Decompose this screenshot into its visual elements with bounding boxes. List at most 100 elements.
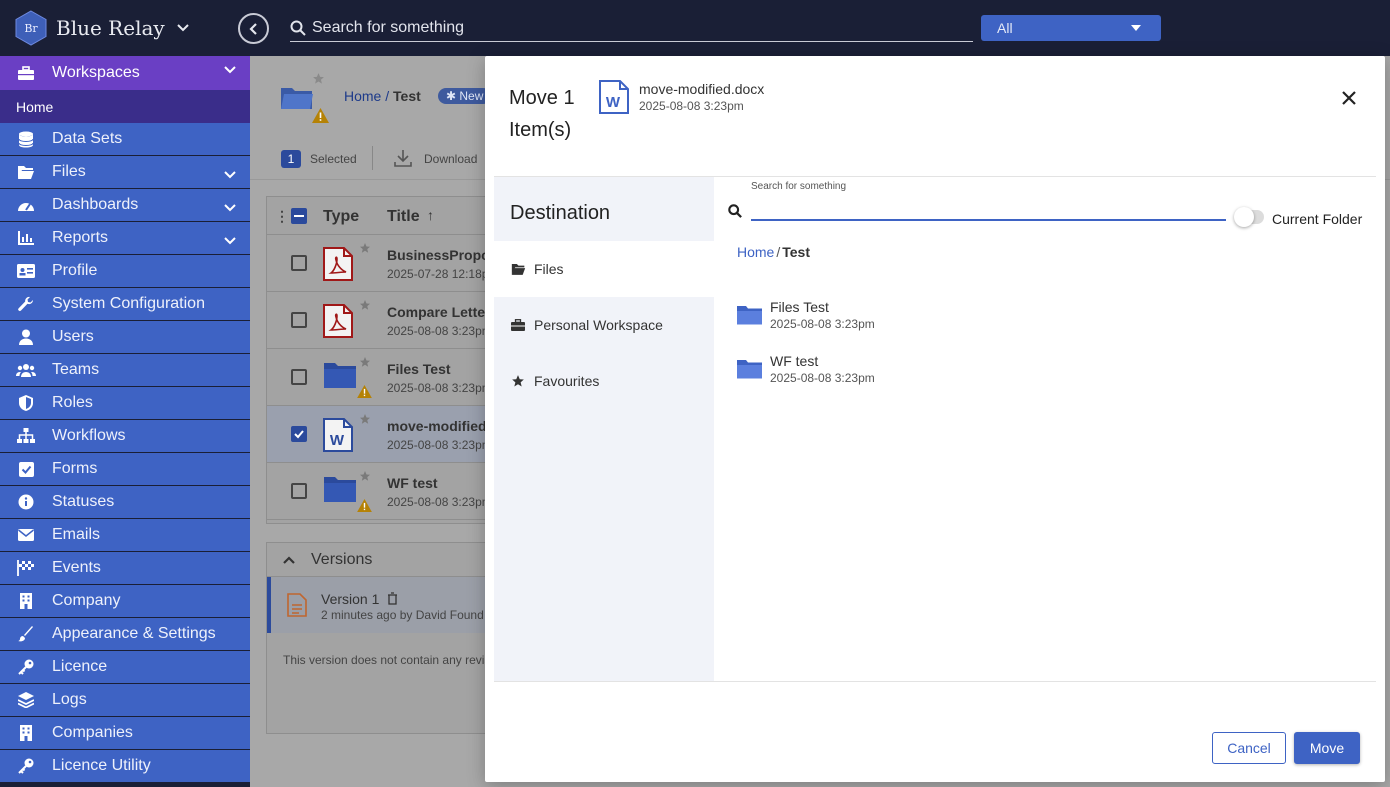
folder-search-input[interactable] [751,197,1226,221]
row-checkbox[interactable] [291,312,307,328]
sidebar-item-data-sets[interactable]: Data Sets [0,123,250,155]
folder-date: 2025-08-08 3:23pm [770,317,875,331]
folder-item[interactable]: WF test 2025-08-08 3:23pm [737,353,1037,393]
move-dialog: Move 1 Item(s) W move-modified.docx 2025… [485,56,1385,782]
row-checkbox[interactable] [291,483,307,499]
column-menu-icon[interactable]: ⋮ [275,208,289,225]
layers-icon [16,692,36,708]
back-button[interactable] [238,13,269,44]
move-button[interactable]: Move [1294,732,1360,764]
sidebar-item-companies[interactable]: Companies [0,717,250,749]
table-row[interactable]: Wmove-modified. 2025-08-08 3:23pn [267,406,505,463]
sidebar-item-workflows[interactable]: Workflows [0,420,250,452]
sidebar-item-users[interactable]: Users [0,321,250,353]
warning-icon [357,499,372,517]
current-folder-toggle[interactable] [1234,207,1264,227]
shield-icon [16,395,36,411]
sidebar-item-logs[interactable]: Logs [0,684,250,716]
svg-text:W: W [330,432,345,449]
logo-icon: Br [15,10,47,46]
sidebar-item-dashboards[interactable]: Dashboards [0,189,250,221]
caret-down-icon [1131,25,1141,31]
folder-breadcrumb: Home / Test [737,244,810,260]
destination-heading: Destination [494,177,714,241]
pdf-icon [323,247,353,286]
warning-icon [312,108,329,123]
select-all-checkbox[interactable] [291,208,307,224]
sidebar-item-profile[interactable]: Profile [0,255,250,287]
row-name[interactable]: Compare Letter [387,304,490,320]
star-icon[interactable] [312,72,325,85]
chevron-left-icon [248,22,257,35]
sidebar-item-label: Roles [52,394,93,411]
table-row[interactable]: Compare Letter 2025-08-08 3:23pn [267,292,505,349]
breadcrumb-home[interactable]: Home [737,244,774,260]
briefcase-icon [16,65,36,81]
breadcrumb-home[interactable]: Home [344,88,381,104]
star-icon[interactable] [359,469,371,487]
table-row[interactable]: WF test 2025-08-08 3:23pn [267,463,505,520]
row-name[interactable]: WF test [387,475,438,491]
sidebar-item-licence[interactable]: Licence [0,651,250,683]
folder-name: Files Test [770,299,829,315]
versions-panel: Versions Version 1 2 minutes ago by Davi… [266,542,506,734]
sidebar-item-workspaces[interactable]: Workspaces [0,56,250,90]
file-name: move-modified.docx [639,81,765,97]
new-button[interactable]: ✱ New [438,88,492,104]
sidebar-item-reports[interactable]: Reports [0,222,250,254]
star-icon[interactable] [359,355,371,373]
table-row[interactable]: BusinessPropos 2025-07-28 12:18p [267,235,505,292]
sidebar-item-statuses[interactable]: Statuses [0,486,250,518]
sidebar-item-company[interactable]: Company [0,585,250,617]
star-icon[interactable] [359,412,371,430]
new-button-label: New [459,89,484,103]
sitemap-icon [16,428,36,444]
star-icon[interactable] [359,298,371,316]
sidebar-item-emails[interactable]: Emails [0,519,250,551]
destination-favourites[interactable]: Favourites [494,353,714,409]
star-icon[interactable] [359,241,371,259]
column-header-type[interactable]: Type [323,208,359,226]
sidebar-item-label: Profile [52,262,98,279]
folder-item[interactable]: Files Test 2025-08-08 3:23pm [737,299,1037,339]
trash-icon[interactable] [387,592,398,605]
chevron-down-icon [224,166,236,184]
selected-label: Selected [310,152,357,166]
row-checkbox[interactable] [291,255,307,271]
versions-header[interactable]: Versions [267,543,505,577]
destination-personal-workspace[interactable]: Personal Workspace [494,297,714,353]
close-button[interactable] [1337,86,1361,110]
row-checkbox[interactable] [291,426,307,442]
files-table: ⋮ Type Title ↑ BusinessPropos 2025-07-28 … [266,196,506,524]
column-header-title[interactable]: Title [387,208,420,226]
sidebar-item-teams[interactable]: Teams [0,354,250,386]
global-search-input[interactable]: Search for something [290,14,973,42]
destination-files[interactable]: Files [494,241,714,297]
search-scope-select[interactable]: All [981,15,1161,41]
sidebar-item-appearance-settings[interactable]: Appearance & Settings [0,618,250,650]
sidebar-item-label: Statuses [52,493,115,510]
row-name[interactable]: move-modified. [387,418,490,434]
flag-checkered-icon [16,560,36,576]
download-button[interactable]: Download [424,152,477,166]
svg-text:Br: Br [24,22,38,35]
row-name[interactable]: Files Test [387,361,451,377]
row-name[interactable]: BusinessPropos [387,247,497,263]
row-checkbox[interactable] [291,369,307,385]
sidebar-item-home[interactable]: Home [0,90,250,123]
check-square-icon [16,461,36,477]
user-icon [16,329,36,345]
sidebar-item-events[interactable]: Events [0,552,250,584]
cancel-button[interactable]: Cancel [1212,732,1286,764]
brand-menu[interactable]: Br Blue Relay [14,10,189,46]
sidebar-item-forms[interactable]: Forms [0,453,250,485]
sidebar-item-licence-utility[interactable]: Licence Utility [0,750,250,782]
table-row[interactable]: Files Test 2025-08-08 3:23pn [267,349,505,406]
sidebar-item-system-configuration[interactable]: System Configuration [0,288,250,320]
folder-name: WF test [770,353,819,369]
version-row[interactable]: Version 1 2 minutes ago by David Found [267,577,505,633]
sidebar-item-files[interactable]: Files [0,156,250,188]
sidebar-item-roles[interactable]: Roles [0,387,250,419]
svg-text:W: W [606,94,621,111]
download-icon[interactable] [393,148,413,168]
